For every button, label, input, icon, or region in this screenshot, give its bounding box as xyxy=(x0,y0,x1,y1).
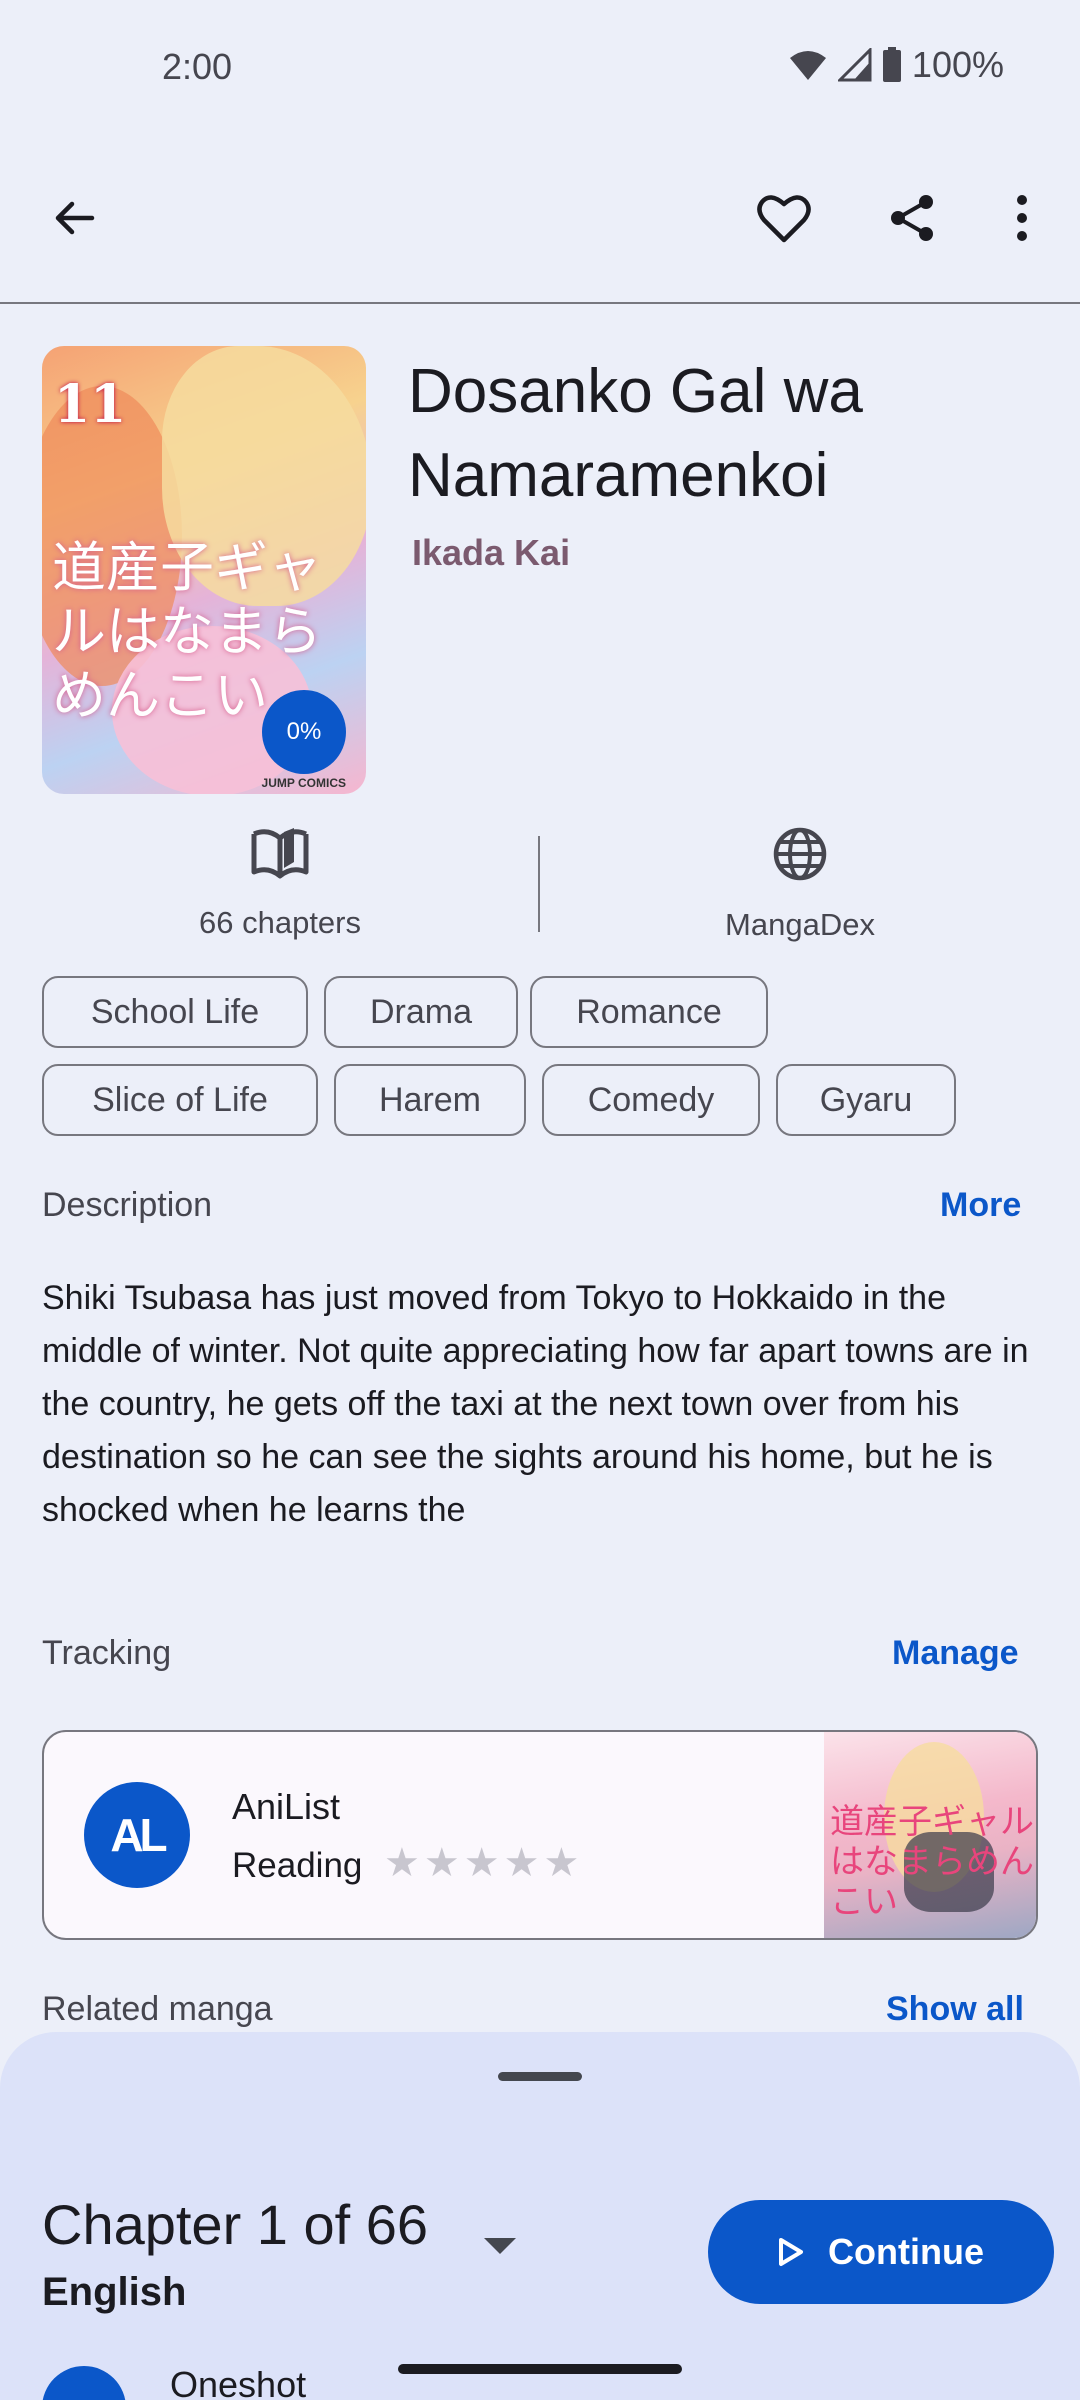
star-icon[interactable]: ★ xyxy=(384,1840,420,1886)
chapters-count: 66 chapters xyxy=(199,905,361,940)
share-icon xyxy=(891,195,933,241)
star-icon[interactable]: ★ xyxy=(464,1840,500,1886)
back-arrow-icon xyxy=(55,201,95,235)
signal-icon xyxy=(837,48,872,82)
status-bar: 2:00 100% xyxy=(0,0,1080,134)
tracking-status: Reading xyxy=(232,1846,363,1885)
chapter-avatar xyxy=(42,2366,126,2400)
star-icon[interactable]: ★ xyxy=(543,1840,579,1886)
book-icon xyxy=(251,828,309,879)
thumbnail-title-art: 道産子ギャルはなまらめんこい xyxy=(830,1802,1034,1922)
description-more-link[interactable]: More xyxy=(940,1186,1021,1225)
description-heading: Description xyxy=(42,1186,213,1224)
progress-badge: 0% xyxy=(262,690,346,774)
chapters-stat: 66 chapters xyxy=(60,826,500,941)
related-heading: Related manga xyxy=(42,1990,273,2028)
cover-publisher-logo: JUMP COMICS xyxy=(261,776,346,790)
app-bar-divider xyxy=(0,302,1080,304)
star-icon[interactable]: ★ xyxy=(504,1840,540,1886)
manga-author[interactable]: Ikada Kai xyxy=(412,532,570,574)
battery-icon xyxy=(882,47,901,82)
manga-title: Dosanko Gal wa Namaramenkoi xyxy=(408,357,863,510)
wifi-icon xyxy=(789,51,826,80)
favorite-button[interactable] xyxy=(736,170,832,266)
play-icon xyxy=(779,2238,803,2266)
tracking-cover-thumbnail: 道産子ギャルはなまらめんこい xyxy=(824,1732,1036,1938)
genre-chip[interactable]: School Life xyxy=(42,976,308,1048)
more-options-button[interactable] xyxy=(974,170,1070,266)
stats-divider xyxy=(538,836,540,932)
tracking-manage-link[interactable]: Manage xyxy=(892,1634,1019,1673)
cover-volume-number: 11 xyxy=(54,374,127,435)
chapter-selector-label[interactable]: Chapter 1 of 66 xyxy=(42,2192,428,2257)
app-bar xyxy=(0,160,1080,300)
genre-chip[interactable]: Slice of Life xyxy=(42,1064,318,1136)
tracking-card[interactable]: AL AniList Reading ★ ★ ★ ★ ★ 道産子ギャルはなまらめ… xyxy=(42,1730,1038,1940)
genre-chip[interactable]: Romance xyxy=(530,976,768,1048)
genre-chip[interactable]: Gyaru xyxy=(776,1064,956,1136)
back-button[interactable] xyxy=(26,170,122,266)
gesture-nav-bar[interactable] xyxy=(398,2364,682,2374)
genre-chip[interactable]: Drama xyxy=(324,976,518,1048)
battery-percent: 100% xyxy=(911,44,1004,85)
genre-chip[interactable]: Harem xyxy=(334,1064,526,1136)
source-name: MangaDex xyxy=(725,907,875,942)
anilist-logo: AL xyxy=(84,1782,190,1888)
next-chapter-title[interactable]: Oneshot xyxy=(170,2364,306,2400)
status-icons: 100% xyxy=(788,44,1004,86)
source-stat[interactable]: MangaDex xyxy=(580,826,1020,943)
star-icon[interactable]: ★ xyxy=(424,1840,460,1886)
status-time: 2:00 xyxy=(162,46,233,87)
related-show-all-link[interactable]: Show all xyxy=(886,1990,1024,2029)
chapter-bottom-sheet[interactable]: Chapter 1 of 66 English Continue Oneshot xyxy=(0,2032,1080,2400)
heart-icon xyxy=(757,195,811,243)
chapter-language: English xyxy=(42,2270,187,2314)
rating-stars[interactable]: ★ ★ ★ ★ ★ xyxy=(384,1840,579,1886)
chevron-down-icon[interactable] xyxy=(484,2238,516,2254)
genre-chip[interactable]: Comedy xyxy=(542,1064,760,1136)
description-text[interactable]: Shiki Tsubasa has just moved from Tokyo … xyxy=(42,1272,1042,1537)
sheet-drag-handle[interactable] xyxy=(498,2072,582,2081)
more-vert-icon xyxy=(1017,195,1027,241)
globe-icon xyxy=(773,827,827,881)
tracking-heading: Tracking xyxy=(42,1634,172,1672)
share-button[interactable] xyxy=(864,170,960,266)
continue-button[interactable]: Continue xyxy=(708,2200,1054,2304)
continue-label: Continue xyxy=(828,2231,984,2272)
tracker-name: AniList xyxy=(232,1786,341,1827)
